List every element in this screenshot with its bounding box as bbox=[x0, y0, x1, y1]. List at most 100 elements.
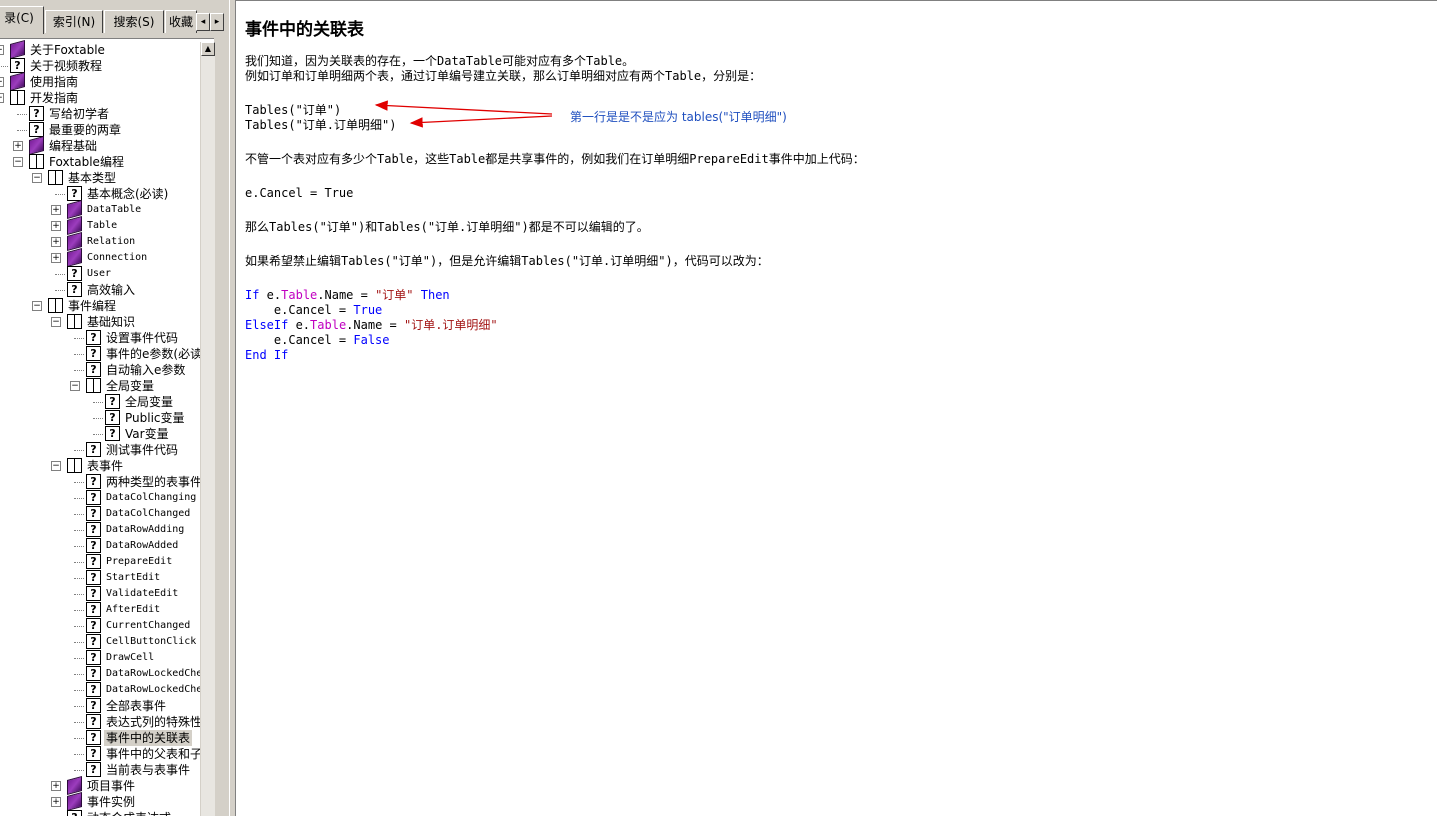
help-page-icon: ? bbox=[105, 426, 120, 441]
tree-item[interactable]: − 基础知识 bbox=[0, 314, 214, 330]
tree-item[interactable]: − 基本类型 bbox=[0, 170, 214, 186]
code2-line-3: ElseIf e.Table.Name = "订单.订单明细" bbox=[245, 318, 498, 333]
code-block-1: e.Cancel = True bbox=[245, 186, 353, 201]
tree-item-label: Relation bbox=[87, 236, 136, 247]
tree-connector bbox=[74, 642, 84, 643]
tree-item[interactable]: ? DataColChanging bbox=[0, 490, 214, 506]
tree-item[interactable]: ? 全部表事件 bbox=[0, 698, 214, 714]
tree-vertical-scrollbar[interactable]: ▲ bbox=[200, 42, 215, 816]
tree-item[interactable]: − 表事件 bbox=[0, 458, 214, 474]
expand-icon[interactable]: + bbox=[13, 141, 23, 151]
tree-item[interactable]: ? 设置事件代码 bbox=[0, 330, 214, 346]
tree-item[interactable]: ? DataRowAdded bbox=[0, 538, 214, 554]
tab-search[interactable]: 搜索(S) bbox=[104, 10, 164, 33]
expand-icon[interactable]: + bbox=[51, 221, 61, 231]
tree-item[interactable]: ? 高效输入 bbox=[0, 282, 214, 298]
tree-item[interactable]: + Relation bbox=[0, 231, 214, 252]
collapse-icon[interactable]: − bbox=[13, 157, 23, 167]
tree-item[interactable]: ? 全局变量 bbox=[0, 394, 214, 410]
tree-item[interactable]: ? Public变量 bbox=[0, 410, 214, 426]
tree-item[interactable]: − 全局变量 bbox=[0, 378, 214, 394]
collapse-icon[interactable]: − bbox=[32, 173, 42, 183]
tree-item[interactable]: + Connection bbox=[0, 247, 214, 268]
tree-item[interactable]: − Foxtable编程 bbox=[0, 154, 214, 170]
tab-scroll-right-icon[interactable]: ▸ bbox=[210, 13, 224, 31]
tree-item-label: StartEdit bbox=[106, 572, 161, 583]
tree-item[interactable]: + Table bbox=[0, 215, 214, 236]
tree-item[interactable]: ? CellButtonClick bbox=[0, 634, 214, 650]
tree-item[interactable]: ? User bbox=[0, 266, 214, 282]
tree-item-label: AfterEdit bbox=[106, 604, 161, 615]
tree-item[interactable]: ? DataRowLockedChe bbox=[0, 666, 214, 682]
tree-connector bbox=[74, 450, 84, 451]
tree-item[interactable]: + DataTable bbox=[0, 199, 214, 220]
code-type: Table bbox=[310, 318, 347, 332]
topic-title: 事件中的关联表 bbox=[245, 20, 364, 40]
tree-item[interactable]: + 使用指南 bbox=[0, 71, 214, 92]
tree-item[interactable]: ? DataColChanged bbox=[0, 506, 214, 522]
pane-splitter[interactable] bbox=[229, 0, 236, 816]
tree-item[interactable]: ? 基本概念(必读) bbox=[0, 186, 214, 202]
code2-line-1: If e.Table.Name = "订单" Then bbox=[245, 288, 498, 303]
tree-item[interactable]: ? AfterEdit bbox=[0, 602, 214, 618]
expand-icon[interactable]: + bbox=[51, 781, 61, 791]
tree-item[interactable]: ? Var变量 bbox=[0, 426, 214, 442]
tree-item[interactable]: ? ValidateEdit bbox=[0, 586, 214, 602]
collapse-icon[interactable]: − bbox=[0, 93, 4, 103]
tree-item[interactable]: − 开发指南 bbox=[0, 90, 214, 106]
expand-icon[interactable]: + bbox=[51, 253, 61, 263]
tree-item[interactable]: ? PrepareEdit bbox=[0, 554, 214, 570]
collapse-icon[interactable]: − bbox=[51, 317, 61, 327]
expand-icon[interactable]: + bbox=[0, 45, 4, 55]
tree-item[interactable]: + 编程基础 bbox=[0, 135, 214, 156]
help-page-icon: ? bbox=[86, 554, 101, 569]
help-page-icon: ? bbox=[86, 346, 101, 361]
tree-item[interactable]: + 事件实例 bbox=[0, 791, 214, 812]
tree-item[interactable]: ? 关于视频教程 bbox=[0, 58, 214, 74]
tree-item[interactable]: ? StartEdit bbox=[0, 570, 214, 586]
expand-icon[interactable]: + bbox=[51, 205, 61, 215]
tree-item[interactable]: ? 当前表与表事件 bbox=[0, 762, 214, 778]
tree-item[interactable]: ? DrawCell bbox=[0, 650, 214, 666]
collapse-icon[interactable]: − bbox=[70, 381, 80, 391]
tab-index[interactable]: 索引(N) bbox=[45, 10, 103, 33]
tree-item[interactable]: ? DataRowAdding bbox=[0, 522, 214, 538]
tab-favorites[interactable]: 收藏 bbox=[165, 10, 197, 33]
help-page-icon: ? bbox=[86, 362, 101, 377]
collapse-icon[interactable]: − bbox=[51, 461, 61, 471]
tree-item[interactable]: ? 最重要的两章 bbox=[0, 122, 214, 138]
expand-icon[interactable]: + bbox=[51, 797, 61, 807]
help-page-icon: ? bbox=[86, 538, 101, 553]
expand-icon[interactable]: + bbox=[0, 77, 4, 87]
tree-connector bbox=[74, 722, 84, 723]
tree-connector bbox=[74, 498, 84, 499]
tree-item-label: 关于视频教程 bbox=[30, 59, 103, 73]
tree-item[interactable]: ? CurrentChanged bbox=[0, 618, 214, 634]
tab-scroll-left-icon[interactable]: ◂ bbox=[196, 13, 210, 31]
help-page-icon: ? bbox=[86, 666, 101, 681]
tree-item[interactable]: ?动态合成表达式 bbox=[0, 810, 214, 816]
tables-line-2: Tables("订单.订单明细") bbox=[245, 118, 397, 132]
scroll-up-icon[interactable]: ▲ bbox=[201, 42, 215, 56]
code1-line: e.Cancel = True bbox=[245, 186, 354, 200]
book-open-icon bbox=[10, 90, 25, 105]
tree-item[interactable]: − 事件编程 bbox=[0, 298, 214, 314]
collapse-icon[interactable]: − bbox=[32, 301, 42, 311]
tree-item[interactable]: ? 测试事件代码 bbox=[0, 442, 214, 458]
tree-item[interactable]: ? 事件的e参数(必读 bbox=[0, 346, 214, 362]
tree-item[interactable]: ? 两种类型的表事件 bbox=[0, 474, 214, 490]
tree-item-label: DataColChanged bbox=[106, 508, 191, 519]
expand-icon[interactable]: + bbox=[51, 237, 61, 247]
tree-item[interactable]: ? 事件中的关联表 bbox=[0, 730, 214, 746]
tree-item[interactable]: ? DataRowLockedChe bbox=[0, 682, 214, 698]
tree-item[interactable]: ? 自动输入e参数 bbox=[0, 362, 214, 378]
tree-item[interactable]: ? 事件中的父表和子 bbox=[0, 746, 214, 762]
code-keyword: If bbox=[245, 288, 260, 302]
tree-item[interactable]: + 关于Foxtable bbox=[0, 39, 214, 60]
tree-item[interactable]: + 项目事件 bbox=[0, 775, 214, 796]
code-keyword: ElseIf bbox=[245, 318, 289, 332]
tree-item[interactable]: ? 表达式列的特殊性 bbox=[0, 714, 214, 730]
tab-contents[interactable]: 录(C) bbox=[0, 6, 44, 34]
tree-item[interactable]: ? 写给初学者 bbox=[0, 106, 214, 122]
tree-item-label: 写给初学者 bbox=[49, 107, 110, 121]
